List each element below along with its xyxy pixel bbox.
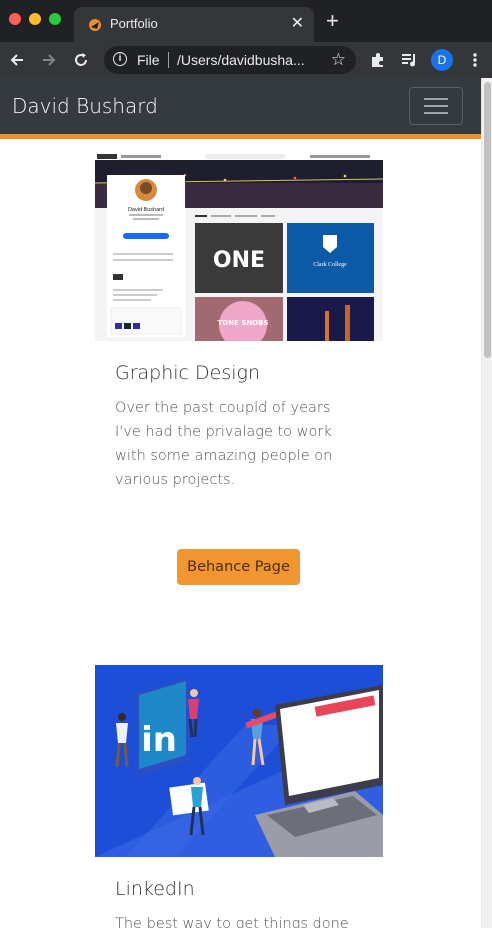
tab-title: Portfolio: [110, 16, 158, 31]
url-text[interactable]: /Users/davidbusha...: [177, 52, 305, 68]
behance-page-button[interactable]: Behance Page: [177, 549, 300, 585]
profile-avatar[interactable]: D: [431, 49, 453, 71]
extensions-puzzle-icon[interactable]: [367, 49, 389, 71]
page-scrollbar[interactable]: [481, 78, 492, 928]
site-brand[interactable]: David Bushard: [12, 94, 158, 118]
behance-profile-image: David Bushard ONE Clark College TONE SNO…: [95, 153, 383, 341]
reload-icon[interactable]: [70, 49, 92, 71]
scrollbar-thumb[interactable]: [484, 82, 491, 358]
tab-close-icon[interactable]: ✕: [291, 13, 304, 33]
linkedin-logo-icon: in: [141, 720, 177, 760]
address-bar[interactable]: i File /Users/davidbusha... ☆: [104, 46, 356, 74]
browser-tab[interactable]: Portfolio ✕: [74, 7, 314, 42]
linkedin-illustration-image: in: [95, 665, 383, 857]
browser-tab-bar: Portfolio ✕ +: [0, 0, 492, 42]
card-title: Graphic Design: [115, 362, 260, 384]
site-info-icon[interactable]: i: [113, 52, 127, 66]
one-tile-graphic: ONE: [213, 248, 265, 273]
site-navbar: David Bushard: [0, 78, 481, 134]
portfolio-favicon-icon: [89, 19, 101, 31]
navbar-toggle-button[interactable]: [409, 87, 463, 125]
forward-icon[interactable]: [38, 49, 60, 71]
hamburger-icon: [424, 98, 448, 100]
minimize-window-button[interactable]: [29, 13, 41, 25]
media-queue-icon[interactable]: [398, 49, 420, 71]
card-title: LinkedIn: [115, 878, 195, 900]
url-scheme: File: [137, 52, 160, 68]
tone-snobs-tile-text: TONE SNOBS: [217, 319, 268, 327]
close-window-button[interactable]: [9, 13, 21, 25]
navbar-accent-stripe: [0, 134, 481, 139]
zoom-window-button[interactable]: [49, 13, 61, 25]
page-viewport: David Bushard David Bushard ONE Clark Co…: [0, 78, 481, 928]
card-text: The best way to get things done is: [115, 916, 349, 928]
bookmark-star-icon[interactable]: ☆: [331, 50, 346, 70]
back-icon[interactable]: [6, 49, 28, 71]
clark-college-tile-text: Clark College: [313, 262, 347, 268]
new-tab-button[interactable]: +: [326, 10, 339, 32]
url-divider: [168, 52, 169, 68]
browser-toolbar: i File /Users/davidbusha... ☆ D: [0, 42, 492, 78]
more-menu-icon[interactable]: [464, 49, 486, 71]
card-text: Over the past coupld of years I've had t…: [115, 400, 333, 488]
behance-profile-name: David Bushard: [128, 207, 164, 213]
